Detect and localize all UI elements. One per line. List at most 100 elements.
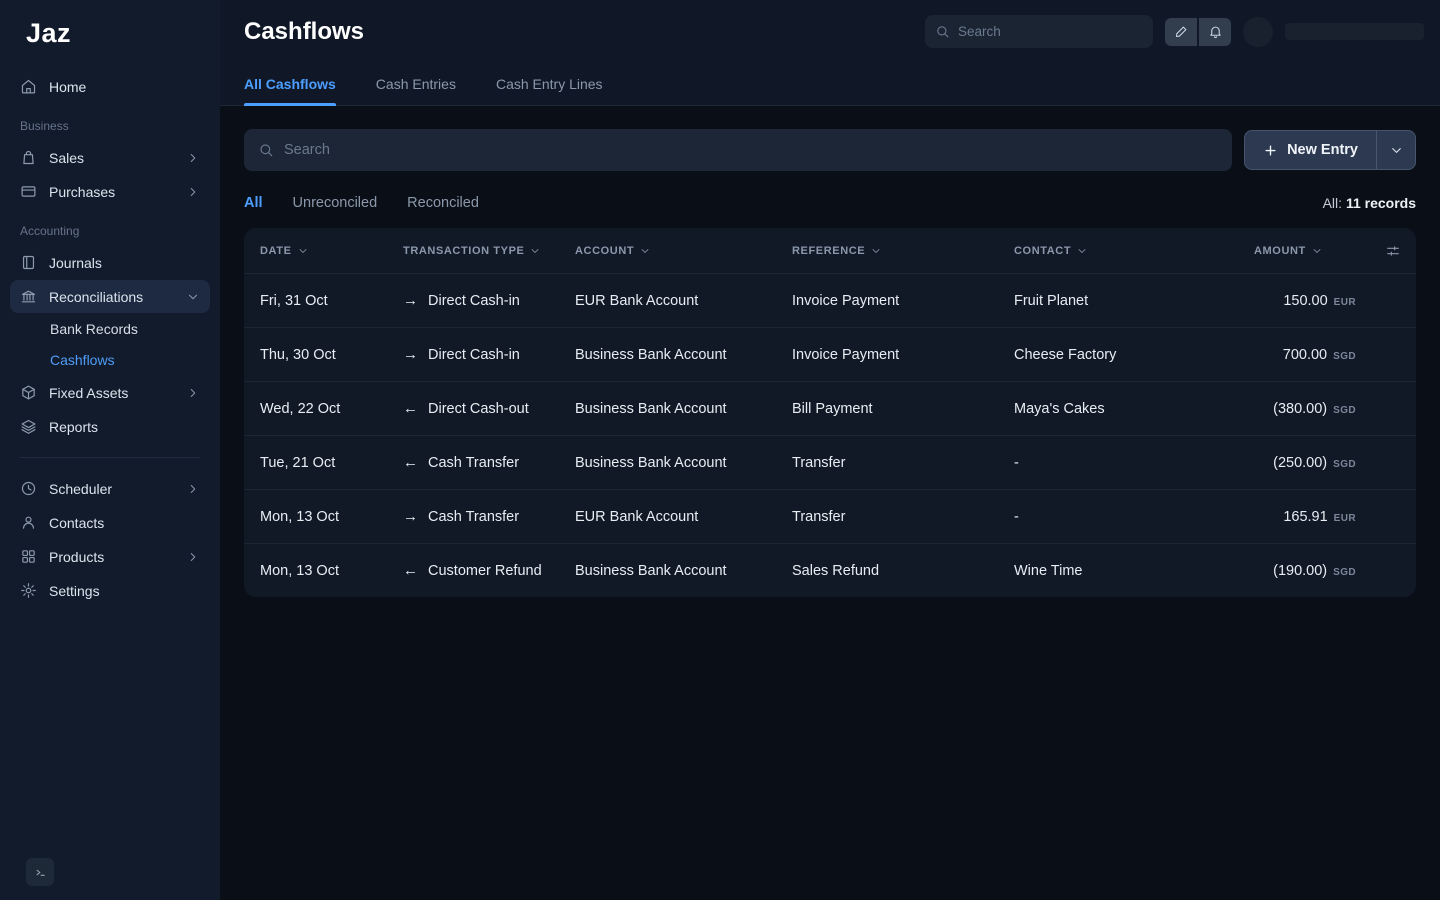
sidebar-item-label: Reconciliations <box>49 288 144 305</box>
amount-value: 150.00 <box>1283 292 1328 309</box>
column-label: Transaction Type <box>403 244 525 257</box>
table-search[interactable] <box>244 129 1233 171</box>
sort-chevron-icon <box>529 245 541 257</box>
sidebar-item-label: Scheduler <box>49 480 113 497</box>
currency-code: EUR <box>1333 512 1356 524</box>
cell-amount: 700.00 SGD <box>1254 347 1356 363</box>
cell-amount: 150.00 EUR <box>1254 293 1356 309</box>
chevron-down-icon <box>1389 143 1404 158</box>
column-header-transaction-type[interactable]: Transaction Type <box>403 245 575 257</box>
cell-account: EUR Bank Account <box>575 508 699 525</box>
table-row[interactable]: Wed, 22 Oct ← Direct Cash-out Business Ba… <box>244 381 1416 435</box>
sidebar-item-label: Journals <box>49 254 102 271</box>
purchases-icon <box>20 183 37 200</box>
column-header-contact[interactable]: Contact <box>1014 245 1254 257</box>
column-label: Contact <box>1014 244 1072 257</box>
sidebar-item-products[interactable]: Products <box>10 540 210 573</box>
column-header-amount[interactable]: Amount <box>1254 245 1357 257</box>
sidebar-item-label: Home <box>49 78 87 95</box>
filter-unreconciled[interactable]: Unreconciled <box>293 195 378 211</box>
sidebar-item-label: Fixed Assets <box>49 384 129 401</box>
cell-account: EUR Bank Account <box>575 292 699 309</box>
cell-date: Fri, 31 Oct <box>260 292 328 309</box>
app-header: Cashflows <box>220 0 1440 63</box>
cell-transaction-type: → Direct Cash-in <box>403 292 575 309</box>
tab-cash-entry-lines[interactable]: Cash Entry Lines <box>496 63 603 105</box>
chevron-right-icon <box>186 550 200 564</box>
table-search-input[interactable] <box>284 142 1219 158</box>
global-search[interactable] <box>925 15 1153 48</box>
search-icon <box>935 24 950 39</box>
home-icon <box>20 78 37 95</box>
column-header-reference[interactable]: Reference <box>792 245 1014 257</box>
terminal-icon <box>33 865 48 880</box>
tab-all-cashflows[interactable]: All Cashflows <box>244 63 336 106</box>
sidebar-item-reconciliations[interactable]: Reconciliations <box>10 280 210 313</box>
sidebar-item-scheduler[interactable]: Scheduler <box>10 472 210 505</box>
cell-account: Business Bank Account <box>575 454 727 471</box>
filter-all[interactable]: All <box>244 195 263 211</box>
sidebar-item-settings[interactable]: Settings <box>10 574 210 607</box>
amount-value: (250.00) <box>1273 454 1328 471</box>
table-row[interactable]: Fri, 31 Oct → Direct Cash-in EUR Bank Acc… <box>244 273 1416 327</box>
tab-cash-entries[interactable]: Cash Entries <box>376 63 456 105</box>
filter-reconciled[interactable]: Reconciled <box>407 195 479 211</box>
global-search-input[interactable] <box>958 24 1143 39</box>
cell-date: Thu, 30 Oct <box>260 346 336 363</box>
tab-bar: All Cashflows Cash Entries Cash Entry Li… <box>220 63 1440 106</box>
cell-reference: Sales Refund <box>792 562 880 579</box>
cashflows-table: Date Transaction Type Account Reference … <box>244 228 1416 597</box>
sales-icon <box>20 149 37 166</box>
pen-button[interactable] <box>1165 17 1197 46</box>
table-row[interactable]: Thu, 30 Oct → Direct Cash-in Business Ban… <box>244 327 1416 381</box>
cell-transaction-type: ← Customer Refund <box>403 562 575 579</box>
cell-amount: (250.00) SGD <box>1254 455 1356 471</box>
chevron-down-icon <box>186 290 200 304</box>
cell-date: Mon, 13 Oct <box>260 562 339 579</box>
cell-contact: Wine Time <box>1014 562 1083 579</box>
cell-contact: Maya's Cakes <box>1014 400 1105 417</box>
table-row[interactable]: Tue, 21 Oct ← Cash Transfer Business Bank… <box>244 435 1416 489</box>
record-count-value: 11 records <box>1345 195 1416 211</box>
bank-icon <box>20 288 37 305</box>
table-row[interactable]: Mon, 13 Oct → Cash Transfer EUR Bank Acco… <box>244 489 1416 543</box>
sidebar-item-reports[interactable]: Reports <box>10 410 210 443</box>
column-settings-button[interactable] <box>1385 243 1401 259</box>
chevron-right-icon <box>186 386 200 400</box>
table-row[interactable]: Mon, 13 Oct ← Customer Refund Business Ba… <box>244 543 1416 597</box>
sidebar-item-sales[interactable]: Sales <box>10 141 210 174</box>
sidebar: Jaz Home Business Sales Purchases Accoun… <box>0 0 220 900</box>
new-entry-button[interactable]: New Entry <box>1244 130 1377 170</box>
sidebar-item-label: Contacts <box>49 514 105 531</box>
transaction-type-label: Customer Refund <box>428 562 542 579</box>
table-header-row: Date Transaction Type Account Reference … <box>244 228 1416 273</box>
chevron-right-icon <box>186 185 200 199</box>
cash-out-arrow-icon: ← <box>403 454 418 471</box>
sidebar-item-contacts[interactable]: Contacts <box>10 506 210 539</box>
sidebar-subitem-bank-records[interactable]: Bank Records <box>10 314 210 344</box>
sidebar-divider <box>20 457 200 458</box>
sidebar-item-purchases[interactable]: Purchases <box>10 175 210 208</box>
cell-transaction-type: → Direct Cash-in <box>403 346 575 363</box>
new-entry-split-button: New Entry <box>1244 130 1416 170</box>
cash-in-arrow-icon: → <box>403 346 418 363</box>
currency-code: SGD <box>1333 458 1356 470</box>
column-header-date[interactable]: Date <box>260 245 403 257</box>
cash-out-arrow-icon: ← <box>403 400 418 417</box>
person-icon <box>20 514 37 531</box>
cube-icon <box>20 384 37 401</box>
sliders-icon <box>1385 243 1401 259</box>
sidebar-item-home[interactable]: Home <box>10 70 210 103</box>
content: New Entry All Unreconciled Reconciled Al… <box>220 106 1440 900</box>
sidebar-subitem-cashflows[interactable]: Cashflows <box>10 345 210 375</box>
sidebar-item-fixed-assets[interactable]: Fixed Assets <box>10 376 210 409</box>
amount-value: 165.91 <box>1283 508 1328 525</box>
sidebar-item-journals[interactable]: Journals <box>10 246 210 279</box>
cell-transaction-type: ← Direct Cash-out <box>403 400 575 417</box>
column-header-account[interactable]: Account <box>575 245 792 257</box>
avatar[interactable] <box>1243 16 1273 47</box>
terminal-button[interactable] <box>26 858 54 886</box>
notifications-button[interactable] <box>1199 17 1231 46</box>
new-entry-dropdown-button[interactable] <box>1376 130 1416 170</box>
cash-in-arrow-icon: → <box>403 292 418 309</box>
